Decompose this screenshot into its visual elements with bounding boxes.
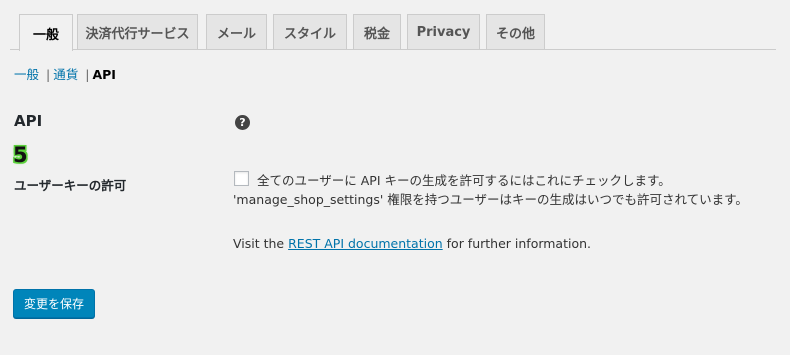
- tab-payment-services[interactable]: 決済代行サービス: [77, 14, 198, 49]
- subnav-separator: |: [46, 67, 51, 82]
- subnav-general-link[interactable]: 一般: [14, 67, 39, 82]
- tab-email[interactable]: メール: [206, 14, 267, 49]
- settings-tabs: 一般 決済代行サービス メール スタイル 税金 Privacy その他: [0, 0, 790, 51]
- help-icon[interactable]: ?: [235, 115, 250, 130]
- allow-user-keys-label: ユーザーキーの許可: [14, 178, 127, 193]
- allow-user-keys-description: 'manage_shop_settings' 権限を持つユーザーはキーの生成はい…: [233, 192, 748, 207]
- subnav-currency-link[interactable]: 通貨: [53, 67, 78, 82]
- rest-api-docs-link[interactable]: REST API documentation: [288, 236, 443, 251]
- docs-suffix: for further information.: [442, 236, 592, 251]
- tab-style[interactable]: スタイル: [273, 14, 347, 49]
- allow-user-keys-checkbox[interactable]: [234, 171, 249, 186]
- docs-prefix: Visit the: [233, 236, 289, 251]
- allow-user-keys-checkbox-label[interactable]: 全てのユーザーに API キーの生成を許可するにはこれにチェックします。: [257, 170, 671, 189]
- save-changes-button[interactable]: 変更を保存: [13, 289, 95, 318]
- subsection-nav: 一般 | 通貨 | API: [14, 64, 116, 83]
- subnav-separator: |: [85, 67, 90, 82]
- tab-general[interactable]: 一般: [19, 14, 73, 51]
- section-title: API: [14, 112, 43, 130]
- tab-tax[interactable]: 税金: [353, 14, 401, 49]
- tab-other[interactable]: その他: [486, 14, 545, 49]
- api-docs-note: Visit the REST API documentation for fur…: [233, 236, 591, 251]
- tab-privacy[interactable]: Privacy: [407, 14, 480, 49]
- tabs-divider: [10, 49, 776, 50]
- subnav-api-current: API: [92, 67, 116, 82]
- step-number-badge: 5: [13, 143, 28, 167]
